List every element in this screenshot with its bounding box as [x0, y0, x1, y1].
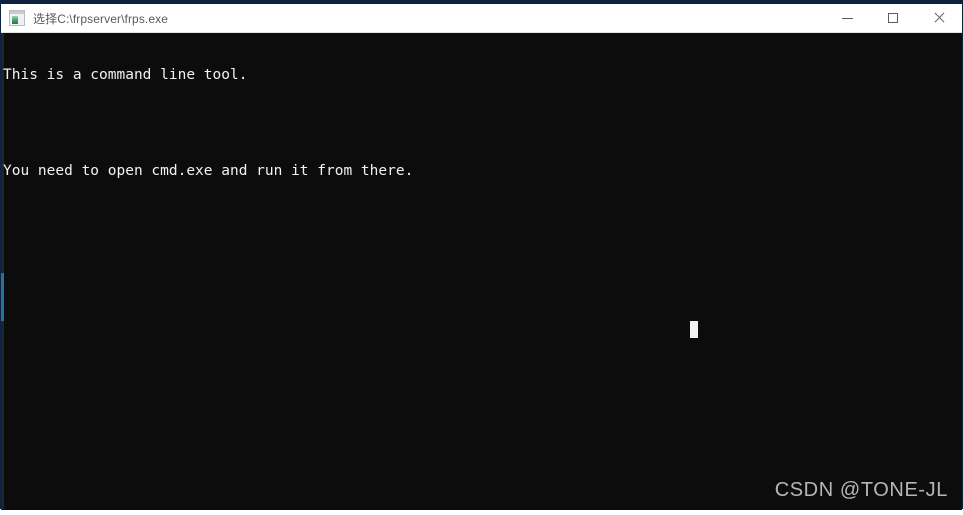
console-scrollbar-thumb[interactable]	[1, 273, 4, 321]
minimize-icon	[841, 17, 853, 19]
console-icon-light-block	[19, 15, 23, 24]
text-cursor	[690, 321, 698, 338]
title-bar[interactable]: 选择C:\frpserver\frps.exe	[1, 4, 962, 33]
console-line: You need to open cmd.exe and run it from…	[3, 163, 414, 179]
window-title: 选择C:\frpserver\frps.exe	[33, 11, 168, 26]
close-button[interactable]	[916, 4, 962, 32]
maximize-button[interactable]	[870, 4, 916, 32]
console-window-icon	[9, 10, 25, 26]
console-icon-green-block	[12, 16, 18, 24]
console-text: This is a command line tool. You need to…	[3, 35, 962, 211]
console-output-area[interactable]: This is a command line tool. You need to…	[1, 33, 962, 510]
console-window[interactable]: 选择C:\frpserver\frps.exe This is a comman…	[0, 0, 963, 510]
console-icon-titlestripe	[10, 11, 24, 14]
maximize-icon	[888, 13, 898, 23]
console-line: This is a command line tool.	[3, 67, 248, 83]
close-icon	[933, 12, 945, 24]
desktop-background: 选择C:\frpserver\frps.exe This is a comman…	[0, 0, 963, 515]
minimize-button[interactable]	[824, 4, 870, 32]
watermark-label: CSDN @TONE-JL	[774, 479, 948, 501]
window-controls	[824, 4, 962, 32]
